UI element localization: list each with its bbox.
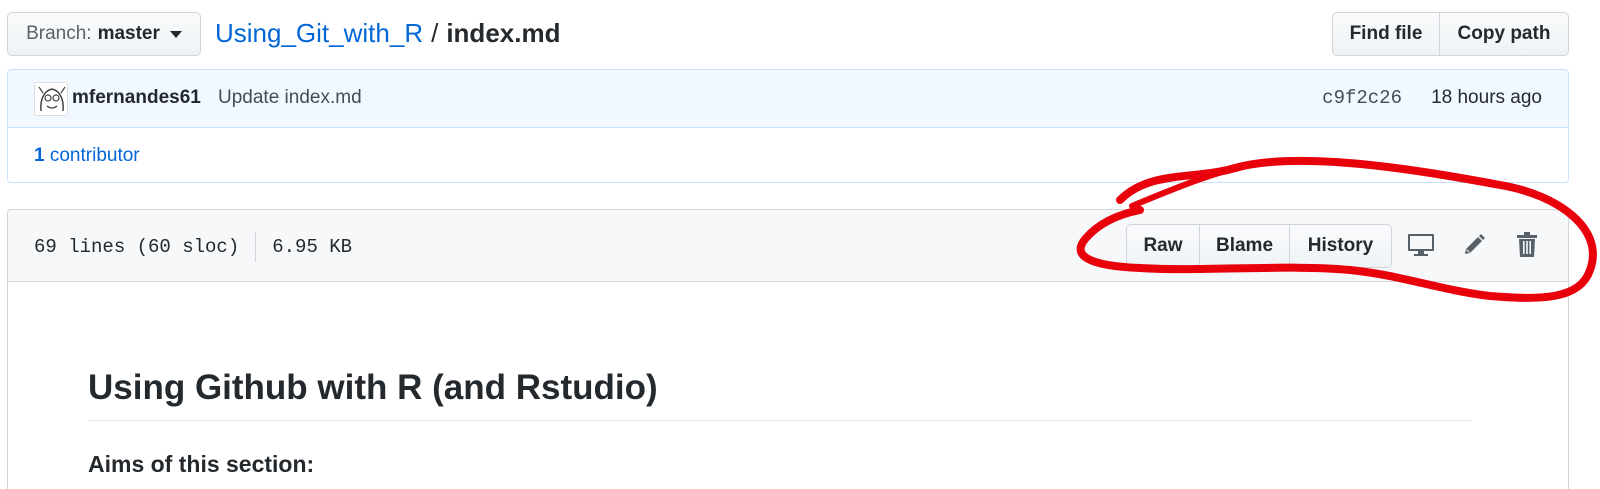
commit-info-box: mfernandes61 Update index.md c9f2c26 18 … (7, 69, 1569, 183)
file-size: 6.95 KB (272, 236, 353, 258)
raw-button[interactable]: Raw (1126, 224, 1200, 268)
contributors-bar: 1 contributor (8, 128, 1568, 182)
branch-value: master (97, 23, 160, 44)
caret-down-icon (169, 30, 182, 38)
commit-author-link[interactable]: mfernandes61 (72, 87, 201, 109)
content-heading: Using Github with R (and Rstudio) (88, 368, 1472, 422)
file-info-divider (255, 232, 257, 262)
find-file-button[interactable]: Find file (1332, 12, 1440, 56)
contributors-label: contributor (49, 145, 140, 166)
commit-time: 18 hours ago (1431, 87, 1542, 108)
breadcrumb-separator: / (431, 17, 439, 48)
history-button[interactable]: History (1289, 224, 1392, 268)
content-subheading: Aims of this section: (88, 451, 315, 478)
blame-button[interactable]: Blame (1199, 224, 1290, 268)
commit-sha-link[interactable]: c9f2c26 (1322, 87, 1402, 109)
pencil-icon[interactable] (1459, 230, 1489, 260)
contributors-count: 1 (34, 145, 45, 166)
file-info: 69 lines (60 sloc) 6.95 KB (34, 232, 352, 262)
breadcrumb-file-name: index.md (446, 17, 561, 48)
breadcrumb-repo-link[interactable]: Using_Git_with_R (215, 18, 423, 49)
copy-path-button[interactable]: Copy path (1439, 12, 1569, 56)
trash-icon[interactable] (1512, 230, 1542, 260)
contributors-link[interactable]: 1 contributor (34, 145, 140, 167)
file-line-count: 69 lines (60 sloc) (34, 236, 240, 258)
readme-content: Using Github with R (and Rstudio) Aims o… (88, 368, 1472, 478)
commit-message-link[interactable]: Update index.md (218, 87, 362, 109)
file-header: 69 lines (60 sloc) 6.95 KB Raw Blame His… (8, 210, 1568, 282)
branch-selector-button[interactable]: Branch: master (7, 12, 201, 56)
desktop-icon[interactable] (1406, 230, 1436, 260)
avatar[interactable] (34, 82, 68, 116)
latest-commit-bar: mfernandes61 Update index.md c9f2c26 18 … (8, 70, 1568, 128)
breadcrumb: Using_Git_with_R / index.md (215, 15, 560, 51)
branch-label: Branch: (26, 23, 92, 44)
